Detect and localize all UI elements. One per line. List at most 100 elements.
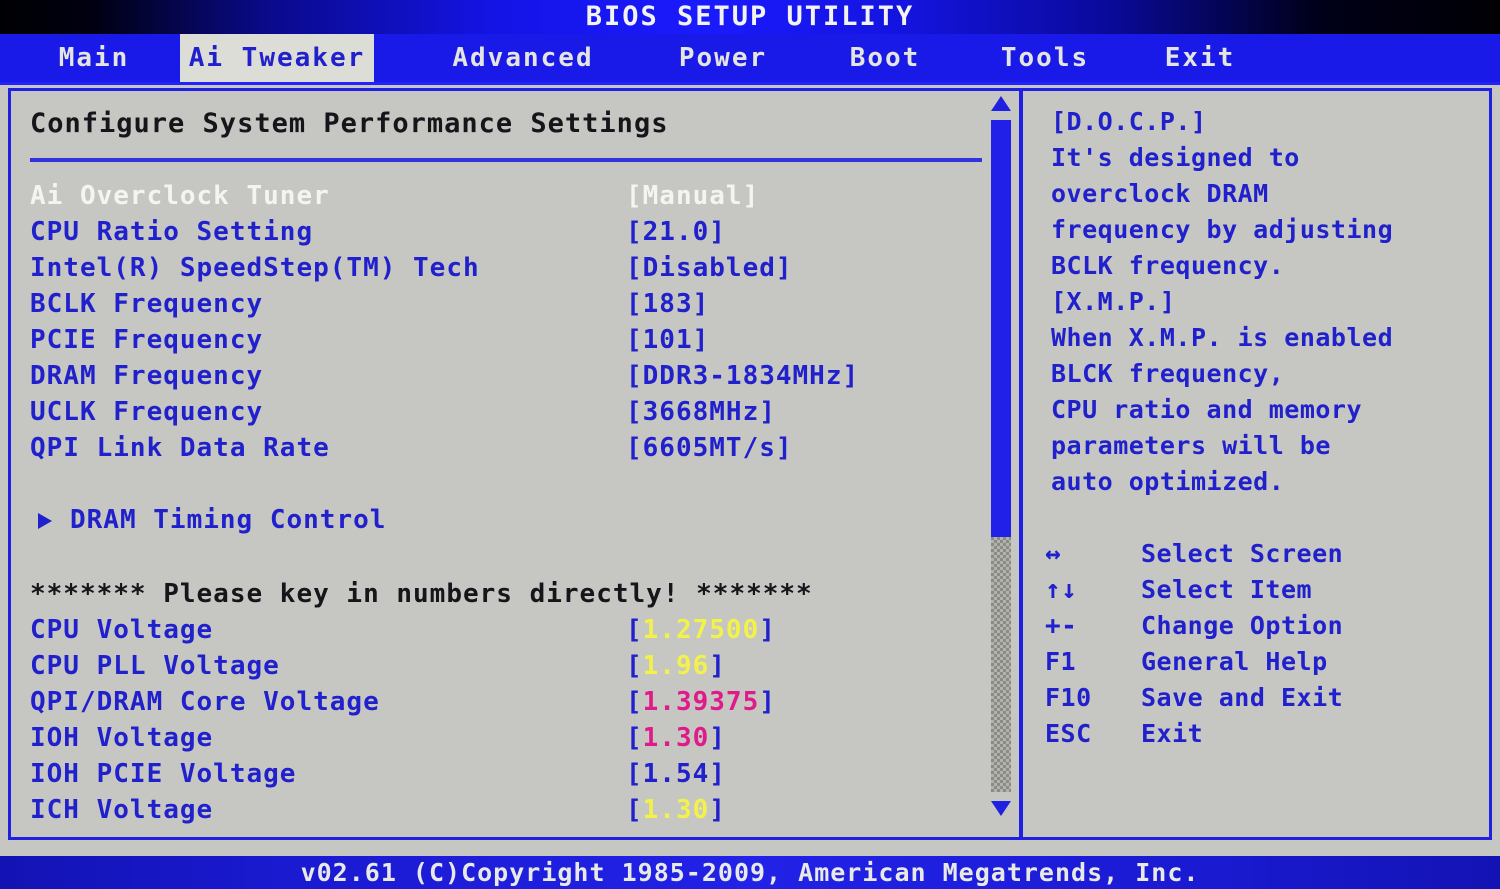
voltage-value[interactable]: [1.30] bbox=[626, 792, 726, 828]
voltage-value[interactable]: [1.30] bbox=[626, 720, 726, 756]
setting-value[interactable]: [6605MT/s] bbox=[626, 430, 793, 466]
voltage-row[interactable]: CPU Voltage [1.27500] bbox=[8, 612, 1019, 648]
scrollbar-thumb[interactable] bbox=[991, 120, 1011, 537]
key-label: F1 bbox=[1045, 647, 1077, 676]
setting-label: DRAM Frequency bbox=[30, 361, 264, 391]
submenu-label: DRAM Timing Control bbox=[70, 505, 387, 535]
key-label: ESC bbox=[1045, 719, 1092, 748]
voltage-number: 1.39375 bbox=[642, 687, 760, 717]
tab-label: Tools bbox=[1000, 43, 1090, 73]
key-legend-row: F10 Save and Exit bbox=[1023, 680, 1492, 716]
bracket-close: ] bbox=[759, 687, 776, 717]
voltage-value[interactable]: [1.27500] bbox=[626, 612, 776, 648]
key-description: Exit bbox=[1141, 719, 1204, 748]
help-text-line: When X.M.P. is enabled bbox=[1051, 323, 1394, 352]
help-panel: [D.O.C.P.] It's designed to overclock DRAM… bbox=[1023, 88, 1492, 840]
setting-value[interactable]: [Disabled] bbox=[626, 250, 793, 286]
setting-row[interactable]: QPI Link Data Rate [6605MT/s] bbox=[8, 430, 1019, 466]
tab-exit[interactable]: Exit bbox=[1145, 34, 1255, 82]
setting-value[interactable]: [183] bbox=[626, 286, 709, 322]
key-legend-row: ↔ Select Screen bbox=[1023, 536, 1492, 572]
panel-heading: Configure System Performance Settings bbox=[30, 108, 669, 139]
setting-label: Ai Overclock Tuner bbox=[30, 181, 330, 211]
tab-boot[interactable]: Boot bbox=[830, 34, 940, 82]
tab-advanced[interactable]: Advanced bbox=[430, 34, 616, 82]
bios-setup-screen: BIOS SETUP UTILITY Main Ai Tweaker Advance… bbox=[0, 0, 1500, 889]
footer-bar: v02.61 (C)Copyright 1985-2009, American … bbox=[0, 856, 1500, 889]
voltage-label: CPU Voltage bbox=[30, 615, 214, 645]
key-description: Change Option bbox=[1141, 611, 1344, 640]
voltage-row[interactable]: ICH Voltage [1.30] bbox=[8, 792, 1019, 828]
voltage-row[interactable]: QPI/DRAM Core Voltage [1.39375] bbox=[8, 684, 1019, 720]
tab-tools[interactable]: Tools bbox=[980, 34, 1110, 82]
voltage-label: IOH Voltage bbox=[30, 723, 214, 753]
voltage-value[interactable]: [1.54] bbox=[626, 756, 726, 792]
key-legend-row: F1 General Help bbox=[1023, 644, 1492, 680]
bracket-open: [ bbox=[626, 759, 643, 789]
setting-row[interactable]: Intel(R) SpeedStep(TM) Tech [Disabled] bbox=[8, 250, 1019, 286]
voltage-row[interactable]: IOH PCIE Voltage [1.54] bbox=[8, 756, 1019, 792]
setting-row[interactable]: PCIE Frequency [101] bbox=[8, 322, 1019, 358]
voltage-row[interactable]: CPU PLL Voltage [1.96] bbox=[8, 648, 1019, 684]
help-text-line: [D.O.C.P.] bbox=[1051, 107, 1207, 136]
tab-label: Power bbox=[678, 43, 768, 73]
settings-scrollbar[interactable] bbox=[988, 96, 1014, 816]
voltage-number: 1.30 bbox=[642, 795, 710, 825]
tab-ai-tweaker[interactable]: Ai Tweaker bbox=[180, 34, 374, 82]
help-text-line: It's designed to bbox=[1051, 143, 1300, 172]
help-text-line: overclock DRAM bbox=[1051, 179, 1269, 208]
submenu-dram-timing-control[interactable]: DRAM Timing Control bbox=[8, 502, 1019, 538]
bracket-open: [ bbox=[626, 723, 643, 753]
setting-label: UCLK Frequency bbox=[30, 397, 264, 427]
voltage-value[interactable]: [1.39375] bbox=[626, 684, 776, 720]
help-text-line: BCLK frequency. bbox=[1051, 251, 1285, 280]
copyright-text: v02.61 (C)Copyright 1985-2009, American … bbox=[300, 858, 1200, 887]
setting-value[interactable]: [21.0] bbox=[626, 214, 726, 250]
key-description: General Help bbox=[1141, 647, 1328, 676]
key-legend-row: ↑↓ Select Item bbox=[1023, 572, 1492, 608]
notice-text: ******* Please key in numbers directly! … bbox=[30, 579, 813, 609]
tab-label: Exit bbox=[1164, 43, 1236, 73]
setting-row[interactable]: UCLK Frequency [3668MHz] bbox=[8, 394, 1019, 430]
setting-row[interactable]: BCLK Frequency [183] bbox=[8, 286, 1019, 322]
tab-label: Main bbox=[58, 43, 130, 73]
setting-label: QPI Link Data Rate bbox=[30, 433, 330, 463]
tab-main[interactable]: Main bbox=[8, 34, 180, 82]
key-legend-row: ESC Exit bbox=[1023, 716, 1492, 752]
bracket-close: ] bbox=[709, 795, 726, 825]
help-text-line: frequency by adjusting bbox=[1051, 215, 1394, 244]
bracket-open: [ bbox=[626, 615, 643, 645]
tab-power[interactable]: Power bbox=[650, 34, 796, 82]
up-down-arrow-icon: ↑↓ bbox=[1045, 575, 1078, 605]
bracket-close: ] bbox=[759, 615, 776, 645]
setting-value[interactable]: [3668MHz] bbox=[626, 394, 776, 430]
voltage-label: QPI/DRAM Core Voltage bbox=[30, 687, 380, 717]
voltage-label: CPU PLL Voltage bbox=[30, 651, 280, 681]
help-text-line: parameters will be bbox=[1051, 431, 1331, 460]
setting-row[interactable]: CPU Ratio Setting [21.0] bbox=[8, 214, 1019, 250]
setting-row[interactable]: DRAM Frequency [DDR3-1834MHz] bbox=[8, 358, 1019, 394]
setting-value[interactable]: [Manual] bbox=[626, 178, 759, 214]
scroll-up-arrow-icon[interactable] bbox=[991, 96, 1011, 111]
setting-label: Intel(R) SpeedStep(TM) Tech bbox=[30, 253, 480, 283]
key-description: Select Screen bbox=[1141, 539, 1344, 568]
voltage-label: ICH Voltage bbox=[30, 795, 214, 825]
settings-panel: Configure System Performance Settings Ai… bbox=[8, 88, 1019, 840]
voltage-value[interactable]: [1.96] bbox=[626, 648, 726, 684]
voltage-number: 1.27500 bbox=[642, 615, 760, 645]
menu-tab-bar[interactable]: Main Ai Tweaker Advanced Power Boot Tools Exit bbox=[0, 34, 1500, 85]
help-text-line: [X.M.P.] bbox=[1051, 287, 1176, 316]
setting-value[interactable]: [DDR3-1834MHz] bbox=[626, 358, 859, 394]
tab-label: Advanced bbox=[452, 43, 594, 73]
setting-row[interactable]: Ai Overclock Tuner [Manual] bbox=[8, 178, 1019, 214]
voltage-row[interactable]: IOH Voltage [1.30] bbox=[8, 720, 1019, 756]
voltage-label: IOH PCIE Voltage bbox=[30, 759, 297, 789]
key-legend-row: +- Change Option bbox=[1023, 608, 1492, 644]
scroll-down-arrow-icon[interactable] bbox=[991, 801, 1011, 816]
key-label: F10 bbox=[1045, 683, 1092, 712]
setting-value[interactable]: [101] bbox=[626, 322, 709, 358]
help-text-line: CPU ratio and memory bbox=[1051, 395, 1363, 424]
page-title: BIOS SETUP UTILITY bbox=[585, 1, 915, 32]
setting-label: CPU Ratio Setting bbox=[30, 217, 314, 247]
help-text-line: auto optimized. bbox=[1051, 467, 1285, 496]
